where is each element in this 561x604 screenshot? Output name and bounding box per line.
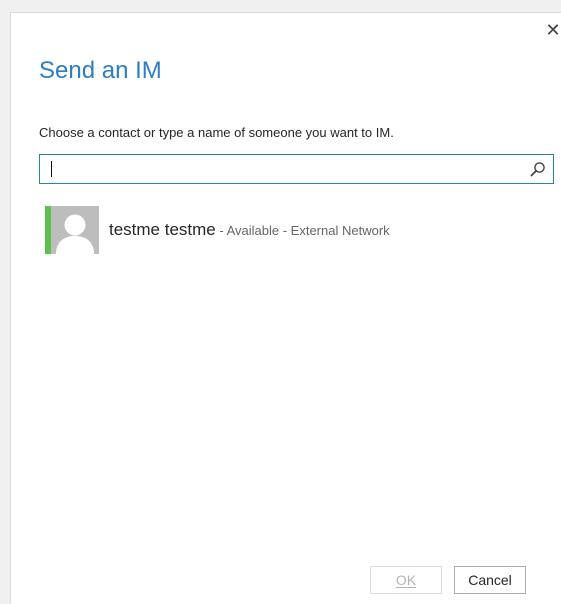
dialog-title: Send an IM xyxy=(39,57,162,84)
avatar xyxy=(51,206,99,254)
contact-name: testme testme xyxy=(109,220,216,239)
contact-list-item[interactable]: testme testme - Available - External Net… xyxy=(45,206,545,254)
contact-search-input[interactable] xyxy=(40,155,520,183)
text-caret xyxy=(51,161,52,177)
cancel-button[interactable]: Cancel xyxy=(454,566,526,594)
close-button[interactable]: ✕ xyxy=(544,20,561,40)
send-im-dialog: ✕ Send an IM Choose a contact or type a … xyxy=(10,12,561,604)
contact-text: testme testme - Available - External Net… xyxy=(109,220,390,240)
close-icon[interactable]: ✕ xyxy=(545,20,560,40)
instruction-label: Choose a contact or type a name of someo… xyxy=(39,125,394,140)
ok-button[interactable]: OK xyxy=(370,566,442,594)
default-person-icon xyxy=(51,206,99,254)
ok-button-label: OK xyxy=(395,572,417,588)
contact-status: - Available - External Network xyxy=(215,223,390,238)
contact-search-box[interactable] xyxy=(39,154,554,184)
search-icon[interactable] xyxy=(529,160,547,178)
